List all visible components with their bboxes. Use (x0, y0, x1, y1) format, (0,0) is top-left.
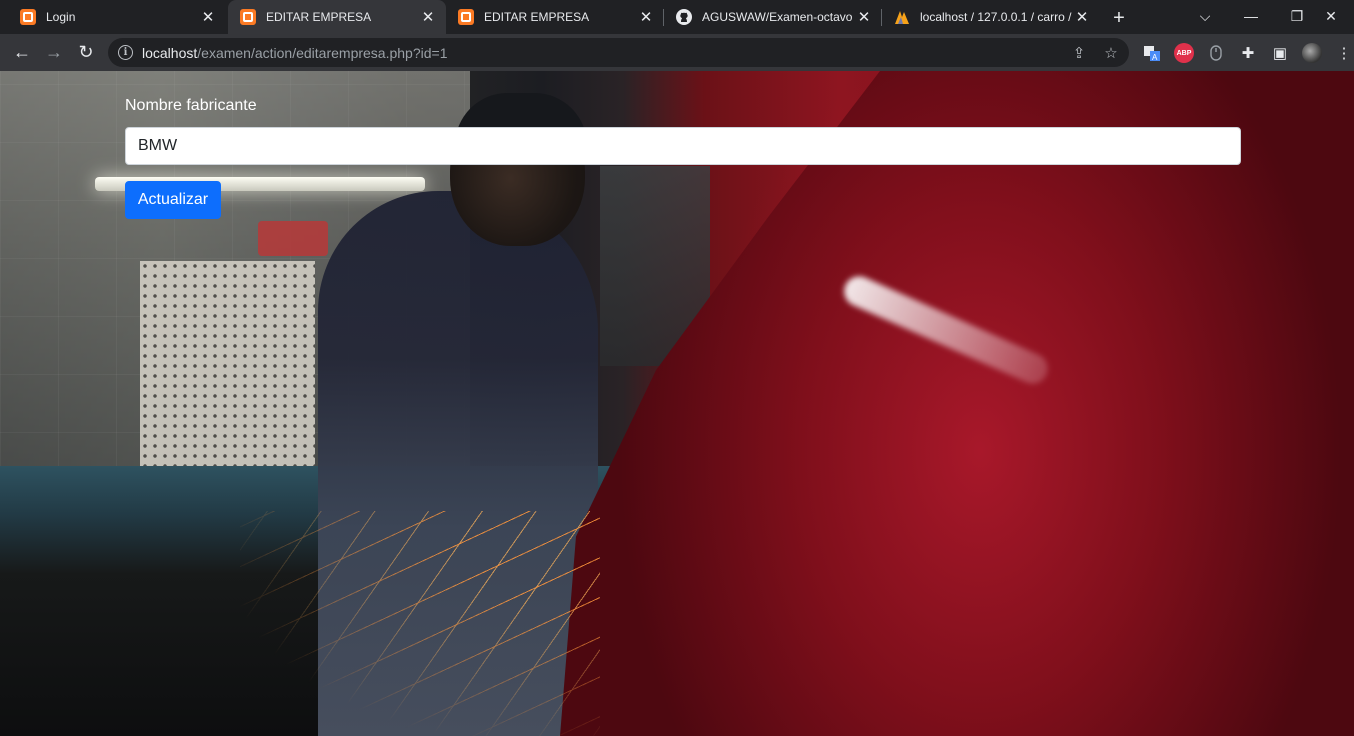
reload-icon[interactable]: ↻ (72, 38, 100, 66)
tab-title: EDITAR EMPRESA (484, 10, 590, 24)
menu-kebab-icon[interactable]: ⋮ (1334, 43, 1354, 63)
svg-text:A: A (1152, 53, 1158, 62)
url-host: localhost (142, 45, 198, 61)
tab-close-icon[interactable]: ✕ (638, 9, 654, 25)
tab-search-button[interactable]: ⌵ (1182, 0, 1228, 32)
tab-strip: Login ✕ EDITAR EMPRESA ✕ EDITAR EMPRESA … (0, 0, 1354, 34)
extensions-puzzle-icon[interactable]: ✚ (1238, 43, 1258, 63)
tab-login[interactable]: Login ✕ (8, 0, 226, 34)
browser-toolbar: ← → ↻ i localhost/examen/action/editarem… (0, 34, 1354, 71)
tab-close-icon[interactable]: ✕ (200, 9, 216, 25)
edit-company-form: Nombre fabricante Actualizar (0, 71, 1354, 736)
tab-close-icon[interactable]: ✕ (420, 9, 436, 25)
xampp-icon (240, 9, 256, 25)
address-bar[interactable]: i localhost/examen/action/editarempresa.… (108, 38, 1129, 67)
tab-close-icon[interactable]: ✕ (856, 9, 872, 25)
bookmark-star-icon[interactable]: ☆ (1102, 44, 1120, 62)
manufacturer-name-label: Nombre fabricante (125, 97, 257, 114)
github-icon (676, 9, 692, 25)
url-text[interactable]: localhost/examen/action/editarempresa.ph… (142, 45, 447, 61)
site-info-icon[interactable]: i (118, 45, 133, 60)
back-icon[interactable]: ← (8, 38, 36, 66)
xampp-icon (458, 9, 474, 25)
tab-title: AGUSWAW/Examen-octavo (702, 10, 853, 24)
page-viewport: Nombre fabricante Actualizar (0, 71, 1354, 736)
tab-editar-empresa-active[interactable]: EDITAR EMPRESA ✕ (228, 0, 446, 34)
mouse-extension-icon[interactable] (1206, 43, 1226, 63)
share-icon[interactable]: ⇪ (1070, 44, 1088, 62)
tab-editar-empresa[interactable]: EDITAR EMPRESA ✕ (446, 0, 664, 34)
forward-icon[interactable]: → (40, 38, 68, 66)
tab-title: EDITAR EMPRESA (266, 10, 372, 24)
tab-title: localhost / 127.0.0.1 / carro / (920, 10, 1072, 24)
tab-github[interactable]: AGUSWAW/Examen-octavo ✕ (664, 0, 882, 34)
tab-title: Login (46, 10, 76, 24)
new-tab-button[interactable]: + (1106, 5, 1132, 31)
adblock-plus-icon[interactable]: ABP (1174, 43, 1194, 63)
phpmyadmin-icon (894, 9, 910, 25)
tab-phpmyadmin[interactable]: localhost / 127.0.0.1 / carro / ✕ (882, 0, 1100, 34)
tab-close-icon[interactable]: ✕ (1074, 9, 1090, 25)
update-button[interactable]: Actualizar (125, 181, 221, 219)
profile-avatar[interactable] (1302, 43, 1322, 63)
manufacturer-name-input[interactable] (125, 127, 1241, 165)
minimize-button[interactable]: — (1228, 0, 1274, 32)
translate-extension-icon[interactable]: A (1142, 43, 1162, 63)
side-panel-icon[interactable]: ▣ (1270, 43, 1290, 63)
url-path: /examen/action/editarempresa.php?id=1 (197, 45, 448, 61)
close-window-button[interactable]: ✕ (1308, 0, 1354, 32)
xampp-icon (20, 9, 36, 25)
